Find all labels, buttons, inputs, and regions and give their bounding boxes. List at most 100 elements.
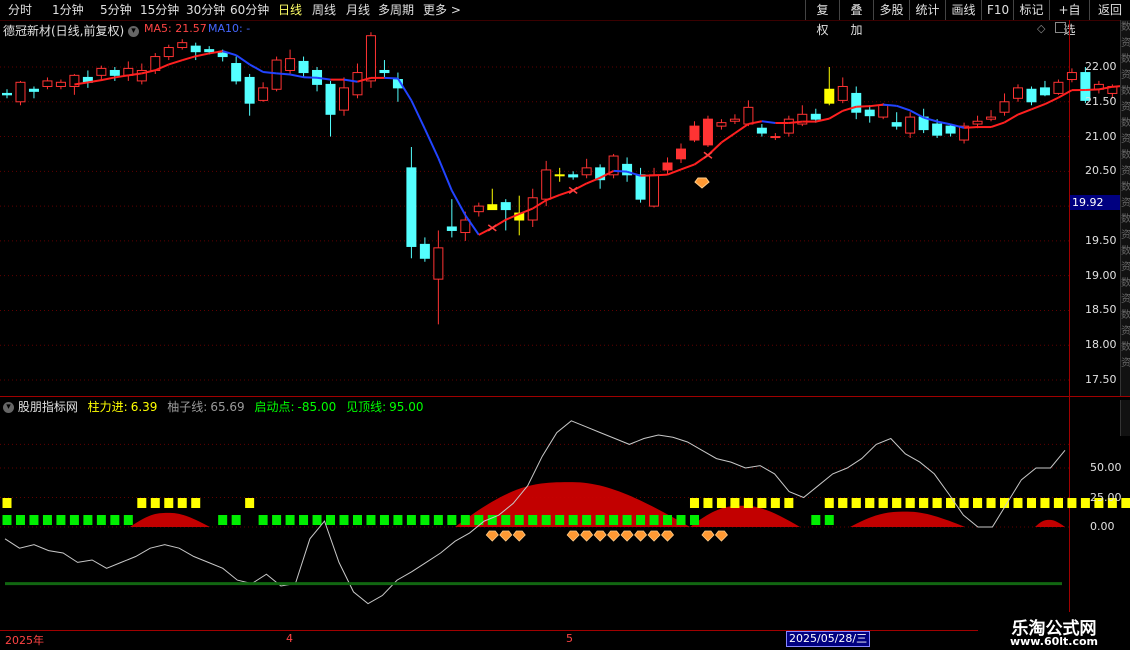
green-square xyxy=(582,515,592,525)
candle-body xyxy=(473,205,484,213)
green-square xyxy=(69,515,79,525)
green-square xyxy=(231,515,241,525)
diamond-signal xyxy=(607,530,621,542)
ma-line-segment xyxy=(856,105,870,108)
candle-body xyxy=(999,101,1010,113)
green-square xyxy=(636,515,646,525)
candle-body xyxy=(743,106,754,125)
ma-line-segment xyxy=(613,169,628,173)
yellow-square xyxy=(959,498,969,508)
candle-body xyxy=(824,88,835,104)
yellow-square xyxy=(838,498,848,508)
green-square xyxy=(42,515,52,525)
yellow-square xyxy=(757,498,767,508)
yellow-square xyxy=(245,498,255,508)
yellow-square xyxy=(946,498,956,508)
green-square xyxy=(299,515,309,525)
ma-line-segment xyxy=(168,59,183,66)
ma-line-segment xyxy=(788,120,803,124)
candle-body xyxy=(352,72,363,96)
green-square xyxy=(555,515,565,525)
ma5-label: MA5: 21.57 xyxy=(144,22,207,35)
current-price-label: 19.92 xyxy=(1070,195,1122,210)
yellow-square xyxy=(1080,498,1090,508)
yellow-square xyxy=(919,498,929,508)
candle-body xyxy=(28,88,39,92)
green-square xyxy=(514,515,524,525)
candle-body xyxy=(500,202,511,211)
candle-body xyxy=(339,87,349,111)
diamond-signal xyxy=(647,530,661,542)
chevron-down-icon[interactable]: ▾ xyxy=(128,26,140,37)
selected-date-label: 2025/05/28/三 xyxy=(786,631,871,647)
side-panel-strip-lower[interactable] xyxy=(1120,400,1130,436)
candle-body xyxy=(878,104,889,118)
yellow-square xyxy=(932,498,942,508)
red-area xyxy=(690,505,800,527)
candle-body xyxy=(109,69,120,76)
green-square xyxy=(689,515,699,525)
candle-body xyxy=(945,125,956,134)
diamond-icon[interactable]: ◇ xyxy=(1037,22,1045,35)
ma-line-segment xyxy=(1085,88,1099,91)
green-square xyxy=(258,515,268,525)
green-square xyxy=(528,515,538,525)
side-panel-strip[interactable]: 数资数资数资数资数资数资数资数资数资数资数资 xyxy=(1120,20,1130,396)
green-square xyxy=(56,515,66,525)
candle-body xyxy=(244,76,255,104)
green-square xyxy=(285,515,295,525)
candle-body xyxy=(716,122,727,127)
diamond-signal xyxy=(580,530,594,542)
candle-body xyxy=(891,122,902,127)
green-square xyxy=(83,515,93,525)
yellow-square xyxy=(150,498,160,508)
candle-body xyxy=(581,167,592,176)
candle-body xyxy=(446,226,457,231)
green-square xyxy=(110,515,120,525)
yellow-square xyxy=(716,498,726,508)
ma-line-segment xyxy=(397,77,413,102)
stock-title: 德冠新材(日线,前复权) ▾ xyxy=(3,22,140,39)
diamond-signal xyxy=(694,177,710,189)
candle-body xyxy=(379,69,390,74)
diamond-signal xyxy=(714,530,728,542)
candle-body xyxy=(460,219,471,234)
yellow-square xyxy=(770,498,780,508)
ma-line-segment xyxy=(423,128,440,159)
candle-body xyxy=(541,169,552,200)
green-square xyxy=(433,515,443,525)
green-square xyxy=(663,515,673,525)
diamond-signal xyxy=(593,530,607,542)
jianding-value: 95.00 xyxy=(389,400,424,414)
yellow-square xyxy=(164,498,174,508)
window-square-icon[interactable] xyxy=(1055,22,1066,33)
candle-body xyxy=(190,45,201,53)
diamond-signal xyxy=(660,530,675,542)
yellow-square xyxy=(1026,498,1036,508)
green-square xyxy=(352,515,362,525)
kline-chart[interactable] xyxy=(0,0,1130,650)
yellow-square xyxy=(191,498,201,508)
price-tick: 21.50 xyxy=(1085,94,1117,108)
candle-body xyxy=(770,136,781,139)
ma-line-segment xyxy=(195,52,210,58)
green-square xyxy=(501,515,511,525)
yellow-square xyxy=(1053,498,1063,508)
green-square xyxy=(609,515,619,525)
chevron-down-icon[interactable]: ▾ xyxy=(3,402,14,413)
green-square xyxy=(595,515,605,525)
price-tick: 19.00 xyxy=(1085,268,1117,282)
green-square xyxy=(2,515,12,525)
candle-body xyxy=(217,52,228,58)
candle-body xyxy=(1053,81,1064,94)
ma-line-segment xyxy=(964,126,978,129)
ma-line-segment xyxy=(1031,103,1046,111)
cross-marker xyxy=(703,151,713,159)
ma-line-segment xyxy=(384,76,398,80)
indicator-tick: 25.00 xyxy=(1090,490,1122,504)
diamond-signal xyxy=(512,530,526,542)
candle-body xyxy=(649,174,660,207)
yellow-square xyxy=(1121,498,1130,508)
ma-line-segment xyxy=(720,132,736,144)
candle-body xyxy=(1039,87,1050,96)
